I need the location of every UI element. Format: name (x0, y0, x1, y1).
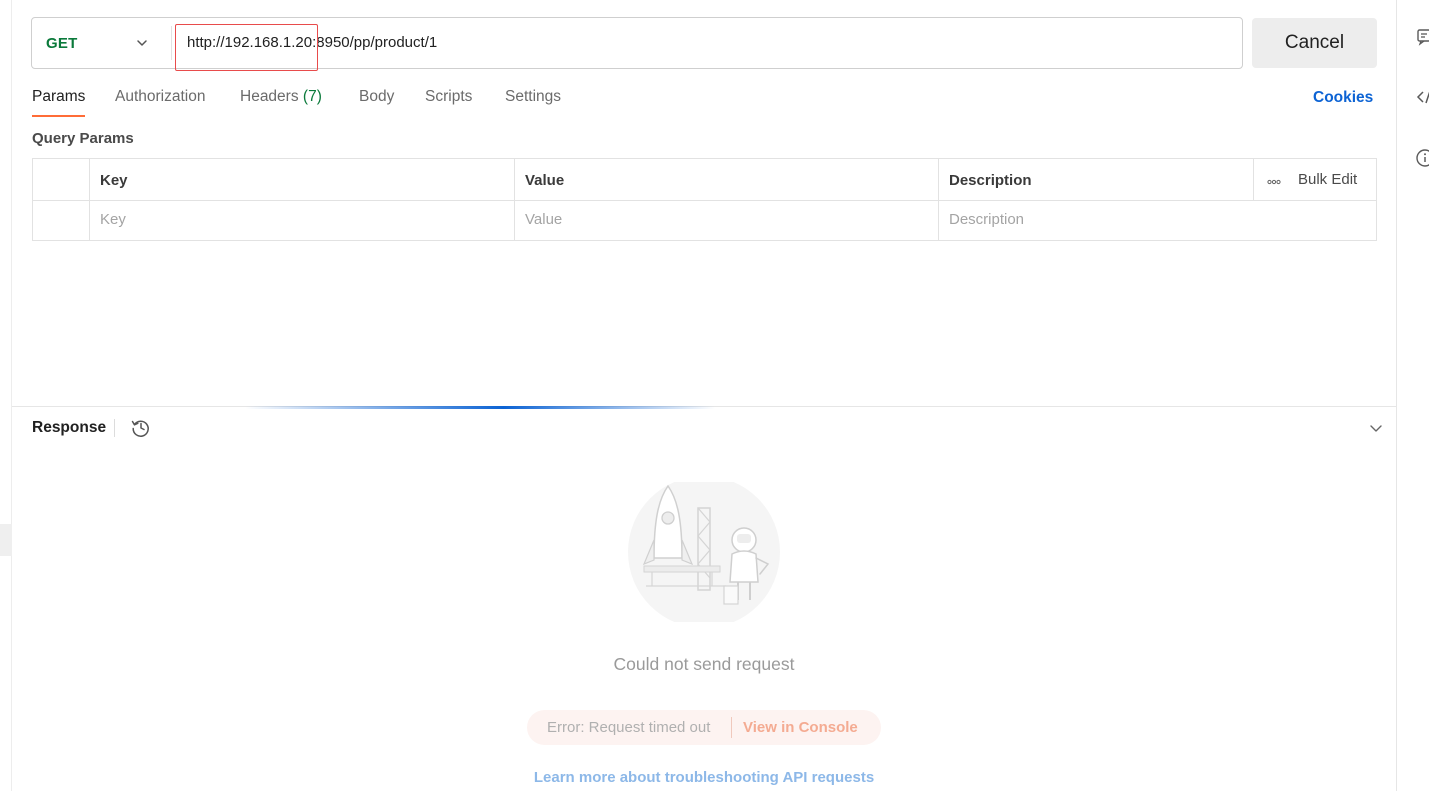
troubleshooting-link[interactable]: Learn more about troubleshooting API req… (0, 769, 1408, 786)
method-select[interactable]: GET (32, 18, 172, 68)
tab-body[interactable]: Body (359, 88, 394, 106)
column-divider (514, 159, 515, 240)
method-label: GET (46, 35, 78, 52)
value-input[interactable]: Value (525, 211, 562, 228)
column-divider (1253, 159, 1254, 200)
headers-count-badge: (7) (302, 88, 322, 105)
empty-response-message: Could not send request (613, 654, 795, 674)
url-input[interactable]: http://192.168.1.20:8950/pp/product/1 (187, 34, 437, 51)
query-params-table: Key Value Description Bulk Edit Key Valu… (32, 158, 1377, 241)
bulk-edit-button[interactable]: Bulk Edit (1298, 171, 1357, 188)
tab-scripts[interactable]: Scripts (425, 88, 472, 106)
cookies-link[interactable]: Cookies (1313, 89, 1373, 107)
column-header-key: Key (100, 172, 128, 189)
chevron-down-icon[interactable] (1369, 421, 1383, 435)
view-in-console-link[interactable]: View in Console (743, 719, 858, 736)
key-input[interactable]: Key (100, 211, 126, 228)
error-message: Error: Request timed out (547, 719, 711, 736)
response-header-divider (114, 419, 115, 437)
loading-progress-bar (245, 406, 715, 409)
column-divider (89, 159, 90, 240)
rocket-astronaut-illustration (628, 482, 780, 622)
description-input[interactable]: Description (949, 211, 1024, 228)
comments-icon[interactable] (1415, 28, 1429, 48)
error-banner-divider (731, 717, 732, 738)
column-header-description: Description (949, 172, 1032, 189)
info-icon[interactable] (1415, 148, 1429, 168)
query-params-title: Query Params (32, 130, 134, 147)
table-header-divider (33, 200, 1376, 201)
app-window: GET http://192.168.1.20:8950/pp/product/… (0, 0, 1429, 791)
tab-settings[interactable]: Settings (505, 88, 561, 106)
more-horizontal-icon[interactable] (1267, 179, 1281, 185)
active-tab-indicator (32, 115, 85, 117)
error-banner: Error: Request timed out View in Console (527, 710, 881, 745)
column-divider (938, 159, 939, 240)
code-icon[interactable] (1415, 88, 1429, 108)
method-divider (171, 26, 172, 60)
response-title: Response (32, 419, 107, 436)
tab-authorization[interactable]: Authorization (115, 88, 205, 106)
tab-headers[interactable]: Headers (7) (240, 88, 322, 106)
column-header-value: Value (525, 172, 565, 189)
history-icon[interactable] (130, 417, 151, 438)
tab-headers-label: Headers (240, 88, 299, 105)
tab-params[interactable]: Params (32, 88, 85, 106)
sidebar-resize-handle[interactable] (0, 524, 12, 556)
cancel-button[interactable]: Cancel (1252, 18, 1377, 68)
chevron-down-icon (137, 40, 147, 46)
request-url-bar: GET http://192.168.1.20:8950/pp/product/… (31, 17, 1243, 69)
